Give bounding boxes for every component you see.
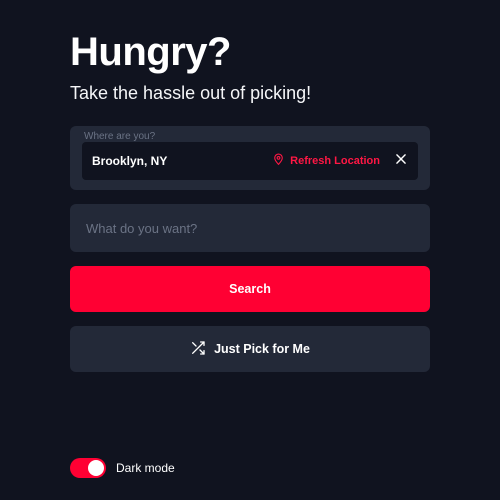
dark-mode-label: Dark mode [116, 461, 175, 475]
random-pick-button[interactable]: Just Pick for Me [70, 326, 430, 372]
location-value: Brooklyn, NY [92, 154, 167, 168]
location-float-label: Where are you? [84, 131, 155, 142]
query-field[interactable] [70, 204, 430, 252]
page-subtitle: Take the hassle out of picking! [70, 83, 430, 104]
clear-location-button[interactable] [394, 152, 408, 171]
dark-mode-toggle[interactable] [70, 458, 106, 478]
page-title: Hungry? [70, 30, 430, 75]
refresh-location-label: Refresh Location [290, 155, 380, 167]
dark-mode-row: Dark mode [70, 458, 175, 478]
random-pick-label: Just Pick for Me [214, 342, 310, 356]
toggle-knob [88, 460, 104, 476]
shuffle-icon [190, 340, 206, 359]
search-button-label: Search [229, 282, 271, 296]
location-field: Where are you? Brooklyn, NY Refresh Loca… [70, 126, 430, 190]
search-button[interactable]: Search [70, 266, 430, 312]
refresh-location-button[interactable]: Refresh Location [272, 153, 380, 169]
query-input[interactable] [86, 221, 414, 236]
location-row: Brooklyn, NY Refresh Location [82, 142, 418, 180]
location-pin-icon [272, 153, 285, 169]
close-icon [394, 152, 408, 171]
